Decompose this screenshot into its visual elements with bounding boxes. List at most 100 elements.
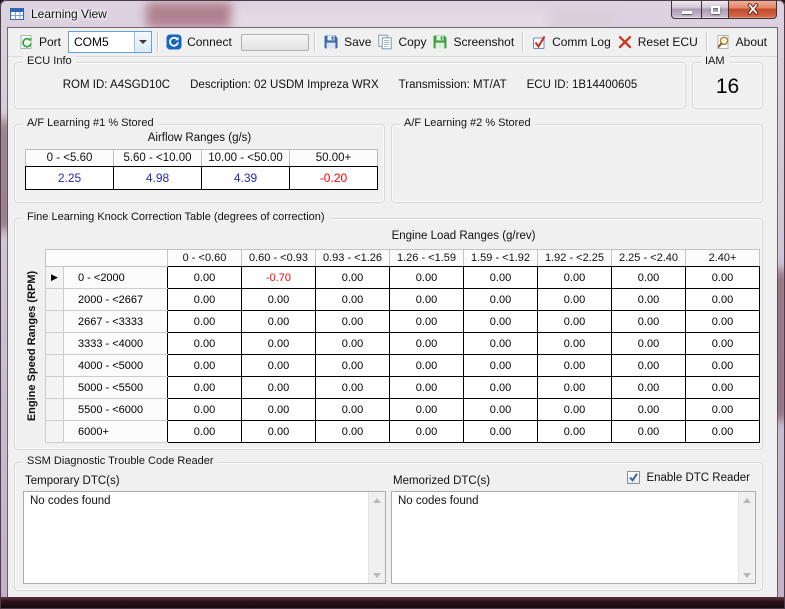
knock-cell[interactable]: 0.00 <box>612 421 686 443</box>
knock-cell[interactable]: 0.00 <box>686 377 760 399</box>
knock-cell[interactable]: 0.00 <box>390 289 464 311</box>
knock-cell[interactable]: 0.00 <box>168 267 242 289</box>
knock-column-header[interactable]: 2.25 - <2.40 <box>612 250 686 267</box>
knock-cell[interactable]: 0.00 <box>242 355 316 377</box>
temporary-dtc-textarea[interactable]: No codes found <box>23 491 386 584</box>
copy-button[interactable]: Copy <box>374 32 429 52</box>
refresh-ports-button[interactable]: Port <box>15 32 64 52</box>
knock-cell[interactable]: 0.00 <box>390 421 464 443</box>
knock-cell[interactable]: 0.00 <box>316 333 390 355</box>
knock-row-header[interactable]: 4000 - <5000 <box>64 355 168 377</box>
knock-cell[interactable]: 0.00 <box>464 311 538 333</box>
knock-row-header[interactable]: 6000+ <box>64 421 168 443</box>
knock-column-header[interactable]: 0.60 - <0.93 <box>242 250 316 267</box>
knock-cell[interactable]: 0.00 <box>538 333 612 355</box>
knock-cell[interactable]: 0.00 <box>612 267 686 289</box>
reset-ecu-button[interactable]: Reset ECU <box>614 32 701 52</box>
close-button[interactable] <box>729 0 777 19</box>
af1-column-header[interactable]: 0 - <5.60 <box>26 150 114 167</box>
knock-column-header[interactable]: 0.93 - <1.26 <box>316 250 390 267</box>
knock-cell[interactable]: 0.00 <box>612 311 686 333</box>
enable-dtc-reader-checkbox[interactable]: Enable DTC Reader <box>627 471 750 484</box>
knock-cell[interactable]: -0.70 <box>242 267 316 289</box>
knock-cell[interactable]: 0.00 <box>538 289 612 311</box>
knock-cell[interactable]: 0.00 <box>686 399 760 421</box>
knock-cell[interactable]: 0.00 <box>612 289 686 311</box>
af1-cell[interactable]: 4.39 <box>202 167 290 190</box>
knock-row-header[interactable]: 5000 - <5500 <box>64 377 168 399</box>
knock-row-header[interactable]: 0 - <2000 <box>64 267 168 289</box>
knock-row-header[interactable]: 2000 - <2667 <box>64 289 168 311</box>
knock-cell[interactable]: 0.00 <box>242 399 316 421</box>
minimize-button[interactable] <box>671 0 701 19</box>
knock-cell[interactable]: 0.00 <box>538 311 612 333</box>
af1-column-header[interactable]: 10.00 - <50.00 <box>202 150 290 167</box>
knock-cell[interactable]: 0.00 <box>242 333 316 355</box>
knock-cell[interactable]: 0.00 <box>168 421 242 443</box>
knock-cell[interactable]: 0.00 <box>316 311 390 333</box>
knock-cell[interactable]: 0.00 <box>612 333 686 355</box>
knock-cell[interactable]: 0.00 <box>686 289 760 311</box>
knock-cell[interactable]: 0.00 <box>168 377 242 399</box>
knock-cell[interactable]: 0.00 <box>686 311 760 333</box>
af1-column-header[interactable]: 50.00+ <box>290 150 378 167</box>
knock-cell[interactable]: 0.00 <box>390 399 464 421</box>
knock-cell[interactable]: 0.00 <box>390 267 464 289</box>
knock-column-header[interactable]: 2.40+ <box>686 250 760 267</box>
memorized-dtc-textarea[interactable]: No codes found <box>391 491 756 584</box>
knock-cell[interactable]: 0.00 <box>538 267 612 289</box>
knock-cell[interactable]: 0.00 <box>168 333 242 355</box>
comm-log-button[interactable]: Comm Log <box>528 32 614 52</box>
knock-row-header[interactable]: 3333 - <4000 <box>64 333 168 355</box>
knock-cell[interactable]: 0.00 <box>168 355 242 377</box>
scroll-up-icon[interactable] <box>369 492 385 508</box>
knock-cell[interactable]: 0.00 <box>316 377 390 399</box>
knock-cell[interactable]: 0.00 <box>686 333 760 355</box>
scrollbar[interactable] <box>738 492 755 583</box>
connect-button[interactable]: Connect <box>163 32 235 52</box>
maximize-button[interactable] <box>701 0 729 19</box>
knock-cell[interactable]: 0.00 <box>168 289 242 311</box>
title-bar[interactable]: Learning View <box>0 0 785 28</box>
port-dropdown-button[interactable] <box>134 32 151 52</box>
knock-cell[interactable]: 0.00 <box>686 421 760 443</box>
af1-column-header[interactable]: 5.60 - <10.00 <box>114 150 202 167</box>
knock-cell[interactable]: 0.00 <box>316 421 390 443</box>
knock-cell[interactable]: 0.00 <box>316 267 390 289</box>
knock-cell[interactable]: 0.00 <box>316 399 390 421</box>
knock-cell[interactable]: 0.00 <box>242 289 316 311</box>
knock-cell[interactable]: 0.00 <box>538 421 612 443</box>
knock-cell[interactable]: 0.00 <box>612 399 686 421</box>
knock-cell[interactable]: 0.00 <box>464 377 538 399</box>
scroll-up-icon[interactable] <box>739 492 755 508</box>
about-button[interactable]: About <box>712 32 770 52</box>
knock-cell[interactable]: 0.00 <box>242 421 316 443</box>
knock-cell[interactable]: 0.00 <box>538 355 612 377</box>
knock-cell[interactable]: 0.00 <box>464 333 538 355</box>
knock-column-header[interactable]: 1.59 - <1.92 <box>464 250 538 267</box>
knock-column-header[interactable]: 1.92 - <2.25 <box>538 250 612 267</box>
knock-cell[interactable]: 0.00 <box>242 377 316 399</box>
scroll-down-icon[interactable] <box>369 567 385 583</box>
scroll-down-icon[interactable] <box>739 567 755 583</box>
save-button[interactable]: Save <box>320 32 374 52</box>
knock-cell[interactable]: 0.00 <box>538 377 612 399</box>
knock-column-header[interactable]: 1.26 - <1.59 <box>390 250 464 267</box>
knock-cell[interactable]: 0.00 <box>464 267 538 289</box>
knock-row-header[interactable]: 2667 - <3333 <box>64 311 168 333</box>
knock-cell[interactable]: 0.00 <box>538 399 612 421</box>
knock-cell[interactable]: 0.00 <box>464 399 538 421</box>
knock-cell[interactable]: 0.00 <box>316 289 390 311</box>
af1-cell[interactable]: 2.25 <box>26 167 114 190</box>
knock-cell[interactable]: 0.00 <box>390 377 464 399</box>
knock-cell[interactable]: 0.00 <box>612 355 686 377</box>
knock-cell[interactable]: 0.00 <box>612 377 686 399</box>
screenshot-button[interactable]: Screenshot <box>429 32 517 52</box>
knock-cell[interactable]: 0.00 <box>464 421 538 443</box>
knock-cell[interactable]: 0.00 <box>390 355 464 377</box>
knock-cell[interactable]: 0.00 <box>168 311 242 333</box>
knock-cell[interactable]: 0.00 <box>390 311 464 333</box>
knock-column-header[interactable]: 0 - <0.60 <box>168 250 242 267</box>
knock-cell[interactable]: 0.00 <box>686 355 760 377</box>
scrollbar[interactable] <box>368 492 385 583</box>
